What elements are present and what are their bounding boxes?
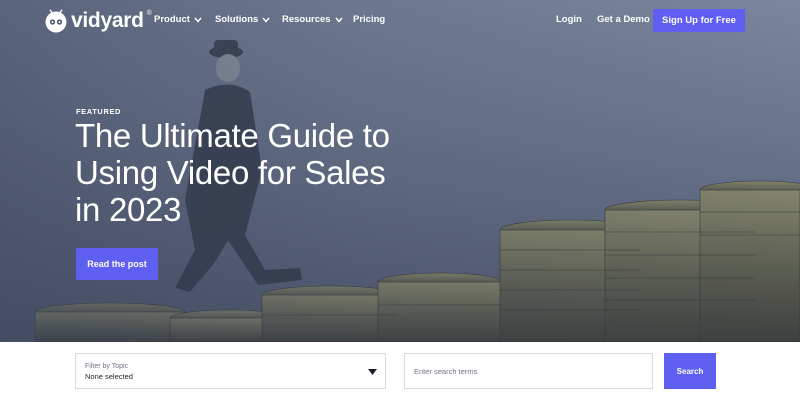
- brand-name: vidyard: [71, 9, 144, 32]
- topic-filter-value: None selected: [85, 372, 133, 381]
- top-navigation: vidyard ® Product Solutions Resources Pr…: [0, 0, 800, 42]
- chevron-down-icon: [194, 17, 202, 23]
- get-demo-link[interactable]: Get a Demo: [597, 14, 650, 25]
- nav-solutions[interactable]: Solutions: [215, 14, 270, 25]
- featured-eyebrow: FEATURED: [76, 107, 122, 116]
- nav-resources[interactable]: Resources: [282, 14, 343, 25]
- nav-pricing[interactable]: Pricing: [353, 14, 385, 25]
- nav-product-label: Product: [154, 14, 190, 25]
- topic-filter-label: Filter by Topic: [85, 363, 129, 370]
- login-link[interactable]: Login: [556, 14, 582, 25]
- chevron-down-icon: [335, 17, 343, 23]
- registered-mark: ®: [146, 9, 152, 17]
- nav-product[interactable]: Product: [154, 14, 202, 25]
- search-button[interactable]: Search: [664, 353, 716, 389]
- hero-headline: The Ultimate Guide to Using Video for Sa…: [75, 117, 390, 228]
- chevron-down-icon: [262, 17, 270, 23]
- nav-resources-label: Resources: [282, 14, 331, 25]
- caret-down-icon: [368, 369, 377, 375]
- sign-up-button[interactable]: Sign Up for Free: [653, 9, 745, 32]
- brand-logo[interactable]: vidyard ®: [44, 9, 152, 33]
- hero-banner: vidyard ® Product Solutions Resources Pr…: [0, 0, 800, 342]
- read-post-button[interactable]: Read the post: [76, 248, 158, 280]
- filter-bar: Filter by Topic None selected Search: [0, 342, 800, 400]
- nav-solutions-label: Solutions: [215, 14, 259, 25]
- topic-filter-select[interactable]: Filter by Topic None selected: [75, 353, 386, 389]
- vidyard-logo-icon: [45, 9, 67, 33]
- search-input[interactable]: [404, 353, 653, 389]
